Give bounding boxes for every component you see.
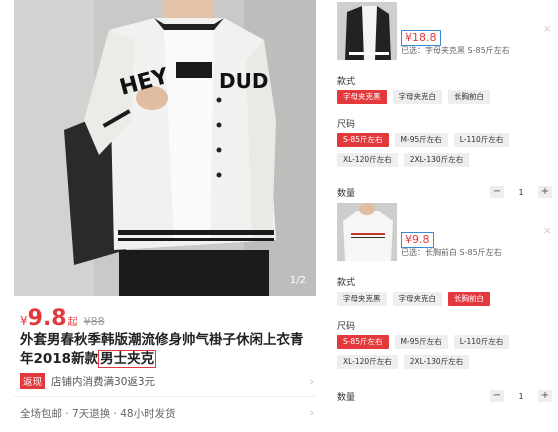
image-pager: 1/2 (289, 275, 306, 286)
service-text: 全场包邮 · 7天退换 · 48小时发货 (20, 407, 176, 420)
size-option-1[interactable]: S-85斤左右 (337, 335, 389, 349)
selected-variant-text: 已选：字母夹克黑 S-85斤左右 (401, 46, 510, 55)
selected-variant-text: 已选：长胸前白 S-85斤左右 (401, 248, 502, 257)
quantity-value[interactable]: 1 (510, 188, 532, 197)
size-option-4[interactable]: XL-120斤左右 (337, 355, 398, 369)
product-title-main: 外套男春秋季韩版潮流修身帅气褂子休闲上衣青年2018新款 (20, 332, 304, 367)
style-options: 字母夹克黑 字母夹克白 长胸前白 (337, 90, 547, 104)
minus-button[interactable]: − (490, 186, 504, 198)
size-option-1[interactable]: S-85斤左右 (337, 133, 389, 147)
style-options: 字母夹克黑 字母夹克白 长胸前白 (337, 292, 547, 306)
sku-thumbnail (337, 2, 397, 60)
price-suffix: 起 (67, 317, 78, 328)
plus-button[interactable]: + (538, 390, 552, 402)
quantity-stepper: − 1 + (490, 390, 552, 402)
quantity-stepper: − 1 + (490, 186, 552, 198)
product-image[interactable]: HEY DUD 1/2 (14, 0, 316, 296)
size-option-5[interactable]: 2XL-130斤左右 (403, 153, 470, 167)
promo-badge: 返现 (20, 373, 46, 389)
quantity-value[interactable]: 1 (510, 392, 532, 401)
product-title: 外套男春秋季韩版潮流修身帅气褂子休闲上衣青年2018新款 男士夹克 (20, 331, 314, 369)
size-option-4[interactable]: XL-120斤左右 (337, 153, 398, 167)
size-option-2[interactable]: M-95斤左右 (394, 335, 448, 349)
style-option-2[interactable]: 字母夹克白 (392, 292, 442, 306)
price-row: ¥ 9.8 起 ¥88 (20, 306, 105, 331)
size-option-5[interactable]: 2XL-130斤左右 (403, 355, 470, 369)
quantity-label: 数量 (337, 188, 356, 199)
size-option-2[interactable]: M-95斤左右 (394, 133, 448, 147)
plus-button[interactable]: + (538, 186, 552, 198)
size-options: S-85斤左右 M-95斤左右 L-110斤左右 XL-120斤左右 2XL-1… (337, 133, 547, 167)
style-option-3[interactable]: 长胸前白 (448, 90, 490, 104)
style-option-1[interactable]: 字母夹克黑 (337, 292, 387, 306)
sku-panel-top: ¥18.8 已选：字母夹克黑 S-85斤左右 × 款式 字母夹克黑 字母夹克白 … (333, 0, 558, 200)
quantity-label: 数量 (337, 392, 356, 403)
style-option-1[interactable]: 字母夹克黑 (337, 90, 387, 104)
sku-panel-bottom: ¥9.8 已选：长胸前白 S-85斤左右 × 款式 字母夹克黑 字母夹克白 长胸… (333, 200, 558, 432)
quantity-row: 数量 − 1 + (337, 389, 552, 403)
promo-text: 店铺内消费满30返3元 (51, 375, 156, 388)
service-row[interactable]: 全场包邮 · 7天退换 · 48小时发货 › (20, 405, 314, 421)
size-options: S-85斤左右 M-95斤左右 L-110斤左右 XL-120斤左右 2XL-1… (337, 335, 547, 369)
style-option-2[interactable]: 字母夹克白 (392, 90, 442, 104)
style-option-3[interactable]: 长胸前白 (448, 292, 490, 306)
minus-button[interactable]: − (490, 390, 504, 402)
size-option-3[interactable]: L-110斤左右 (453, 133, 510, 147)
original-price: ¥88 (83, 315, 105, 328)
divider (14, 396, 316, 397)
promo-row[interactable]: 返现 店铺内消费满30返3元 › (20, 373, 314, 389)
sku-thumbnail (337, 203, 397, 261)
size-label: 尺码 (337, 322, 356, 332)
size-option-3[interactable]: L-110斤左右 (453, 335, 510, 349)
product-title-highlight: 男士夹克 (98, 350, 157, 368)
sale-price: 9.8 (27, 306, 67, 331)
close-icon[interactable]: × (543, 22, 552, 35)
product-detail-page: HEY DUD 1/2 ¥ 9.8 起 ¥88 外套男春秋季韩版潮流修身帅气褂子… (14, 0, 316, 432)
style-label: 款式 (337, 77, 356, 87)
close-icon[interactable]: × (543, 224, 552, 237)
chevron-right-icon: › (309, 407, 314, 419)
selected-price: ¥18.8 (401, 30, 441, 46)
screenshot-root: HEY DUD 1/2 ¥ 9.8 起 ¥88 外套男春秋季韩版潮流修身帅气褂子… (0, 0, 558, 432)
size-label: 尺码 (337, 120, 356, 130)
shirt-print-right: DUD (219, 69, 268, 93)
quantity-row: 数量 − 1 + (337, 185, 552, 199)
style-label: 款式 (337, 278, 356, 288)
currency-symbol: ¥ (20, 314, 28, 328)
selected-price: ¥9.8 (401, 232, 434, 248)
chevron-right-icon: › (309, 374, 314, 388)
